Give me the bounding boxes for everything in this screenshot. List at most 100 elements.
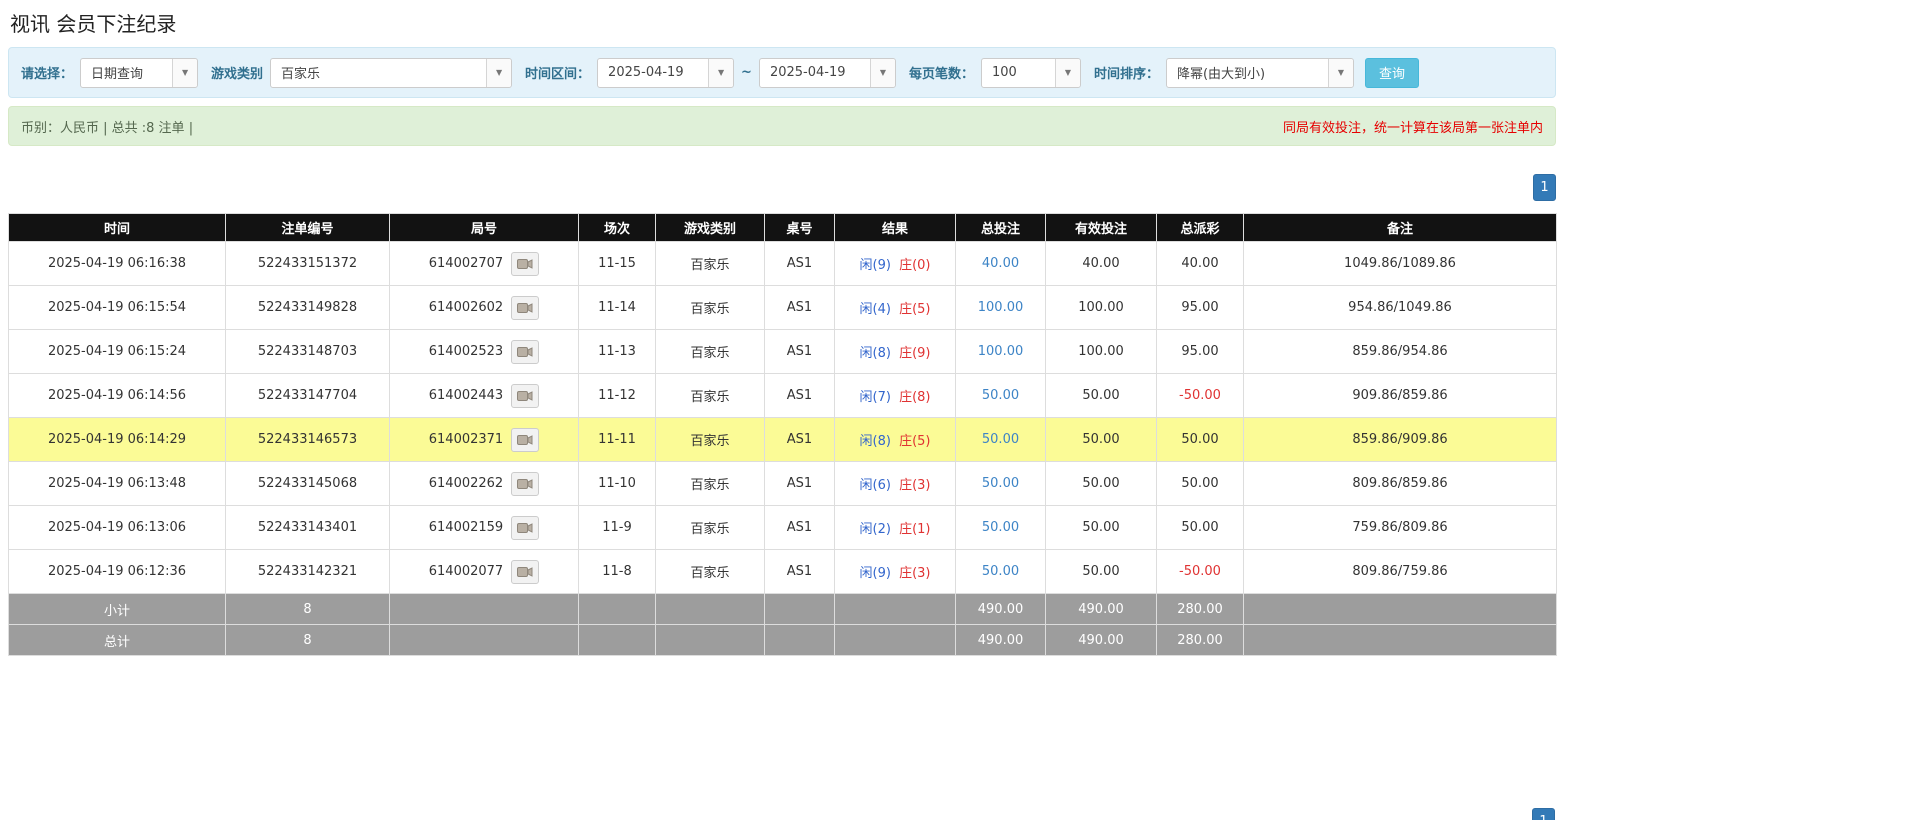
result-banker: 庄(5) <box>899 302 930 317</box>
table-row: 2025-04-19 06:14:29 522433146573 6140023… <box>9 418 1557 462</box>
table-row: 2025-04-19 06:16:38 522433151372 6140027… <box>9 242 1557 286</box>
video-replay-button[interactable] <box>511 472 539 496</box>
round-number: 614002159 <box>429 520 503 535</box>
page-1-button-bottom[interactable]: 1 <box>1532 808 1555 820</box>
result-banker: 庄(5) <box>899 434 930 449</box>
date-from-dropdown[interactable]: 2025-04-19 ▼ <box>597 58 734 88</box>
table-row: 2025-04-19 06:12:36 522433142321 6140020… <box>9 550 1557 594</box>
cell-game-type: 百家乐 <box>656 462 765 506</box>
video-camera-icon <box>517 346 533 358</box>
cell-note: 859.86/954.86 <box>1244 330 1557 374</box>
summary-info-bar: 币别：人民币 | 总共 :8 注单 | 同局有效投注，统一计算在该局第一张注单内 <box>8 106 1556 146</box>
chevron-down-icon[interactable]: ▼ <box>708 59 733 87</box>
chevron-down-icon[interactable]: ▼ <box>486 59 511 87</box>
cell-table-no: AS1 <box>765 374 835 418</box>
result-player: 闲(6) <box>860 478 891 493</box>
video-replay-button[interactable] <box>511 296 539 320</box>
cell-valid-bet: 50.00 <box>1046 374 1157 418</box>
header-result: 结果 <box>835 214 956 242</box>
video-replay-button[interactable] <box>511 340 539 364</box>
cell-bet-id: 522433149828 <box>226 286 390 330</box>
chevron-down-icon[interactable]: ▼ <box>1055 59 1080 87</box>
result-banker: 庄(8) <box>899 390 930 405</box>
page-title: 视讯 会员下注纪录 <box>8 4 1556 47</box>
total-bet-link[interactable]: 50.00 <box>982 476 1019 491</box>
game-type-dropdown[interactable]: 百家乐 ▼ <box>270 58 512 88</box>
total-bet-link[interactable]: 100.00 <box>978 300 1024 315</box>
cell-bet-id: 522433143401 <box>226 506 390 550</box>
table-row: 2025-04-19 06:13:06 522433143401 6140021… <box>9 506 1557 550</box>
subtotal-empty <box>765 594 835 625</box>
page: 视讯 会员下注纪录 请选择： 日期查询 ▼ 游戏类别 百家乐 ▼ 时间区间： 2… <box>0 0 1916 820</box>
cell-payout: 40.00 <box>1157 242 1244 286</box>
header-total-bet: 总投注 <box>956 214 1046 242</box>
video-replay-button[interactable] <box>511 560 539 584</box>
video-replay-button[interactable] <box>511 428 539 452</box>
cell-total-bet: 40.00 <box>956 242 1046 286</box>
cell-session: 11-14 <box>579 286 656 330</box>
cell-time: 2025-04-19 06:15:54 <box>9 286 226 330</box>
video-camera-icon <box>517 258 533 270</box>
cell-note: 809.86/759.86 <box>1244 550 1557 594</box>
cell-note: 909.86/859.86 <box>1244 374 1557 418</box>
total-bet-link[interactable]: 50.00 <box>982 432 1019 447</box>
table-header-row: 时间 注单编号 局号 场次 游戏类别 桌号 结果 总投注 有效投注 总派彩 备注 <box>9 214 1557 242</box>
total-bet-link[interactable]: 50.00 <box>982 520 1019 535</box>
query-type-dropdown[interactable]: 日期查询 ▼ <box>80 58 198 88</box>
result-banker: 庄(0) <box>899 258 930 273</box>
cell-session: 11-12 <box>579 374 656 418</box>
date-to-value: 2025-04-19 <box>760 65 870 80</box>
cell-result: 闲(9) 庄(3) <box>835 550 956 594</box>
cell-note: 954.86/1049.86 <box>1244 286 1557 330</box>
video-replay-button[interactable] <box>511 252 539 276</box>
cell-result: 闲(8) 庄(9) <box>835 330 956 374</box>
cell-table-no: AS1 <box>765 242 835 286</box>
chevron-down-icon[interactable]: ▼ <box>172 59 197 87</box>
result-player: 闲(7) <box>860 390 891 405</box>
page-size-value: 100 <box>982 65 1055 80</box>
total-empty <box>390 625 579 656</box>
cell-round: 614002602 <box>390 286 579 330</box>
date-to-dropdown[interactable]: 2025-04-19 ▼ <box>759 58 896 88</box>
total-bet-link[interactable]: 40.00 <box>982 256 1019 271</box>
result-player: 闲(8) <box>860 346 891 361</box>
header-table-no: 桌号 <box>765 214 835 242</box>
cell-session: 11-15 <box>579 242 656 286</box>
cell-valid-bet: 50.00 <box>1046 506 1157 550</box>
round-number: 614002371 <box>429 432 503 447</box>
sort-order-dropdown[interactable]: 降幂(由大到小) ▼ <box>1166 58 1354 88</box>
video-replay-button[interactable] <box>511 384 539 408</box>
video-replay-button[interactable] <box>511 516 539 540</box>
result-banker: 庄(3) <box>899 566 930 581</box>
total-empty <box>1244 625 1557 656</box>
cell-game-type: 百家乐 <box>656 550 765 594</box>
cell-result: 闲(6) 庄(3) <box>835 462 956 506</box>
cell-round: 614002371 <box>390 418 579 462</box>
cell-bet-id: 522433146573 <box>226 418 390 462</box>
video-camera-icon <box>517 522 533 534</box>
chevron-down-icon[interactable]: ▼ <box>870 59 895 87</box>
sort-order-label: 时间排序： <box>1094 63 1159 82</box>
cell-bet-id: 522433151372 <box>226 242 390 286</box>
cell-note: 809.86/859.86 <box>1244 462 1557 506</box>
total-bet-link[interactable]: 50.00 <box>982 388 1019 403</box>
cell-round: 614002523 <box>390 330 579 374</box>
cell-game-type: 百家乐 <box>656 242 765 286</box>
cell-round: 614002443 <box>390 374 579 418</box>
subtotal-row: 小计 8 490.00 490.00 280.00 <box>9 594 1557 625</box>
chevron-down-icon[interactable]: ▼ <box>1328 59 1353 87</box>
page-size-dropdown[interactable]: 100 ▼ <box>981 58 1081 88</box>
cell-table-no: AS1 <box>765 330 835 374</box>
result-player: 闲(9) <box>860 566 891 581</box>
video-camera-icon <box>517 566 533 578</box>
page-1-button[interactable]: 1 <box>1533 174 1556 201</box>
cell-total-bet: 50.00 <box>956 506 1046 550</box>
search-button[interactable]: 查询 <box>1365 58 1419 88</box>
table-row: 2025-04-19 06:14:56 522433147704 6140024… <box>9 374 1557 418</box>
round-number: 614002523 <box>429 344 503 359</box>
cell-valid-bet: 100.00 <box>1046 286 1157 330</box>
total-bet-link[interactable]: 50.00 <box>982 564 1019 579</box>
result-banker: 庄(1) <box>899 522 930 537</box>
pagination-top: 1 <box>8 174 1556 201</box>
total-bet-link[interactable]: 100.00 <box>978 344 1024 359</box>
